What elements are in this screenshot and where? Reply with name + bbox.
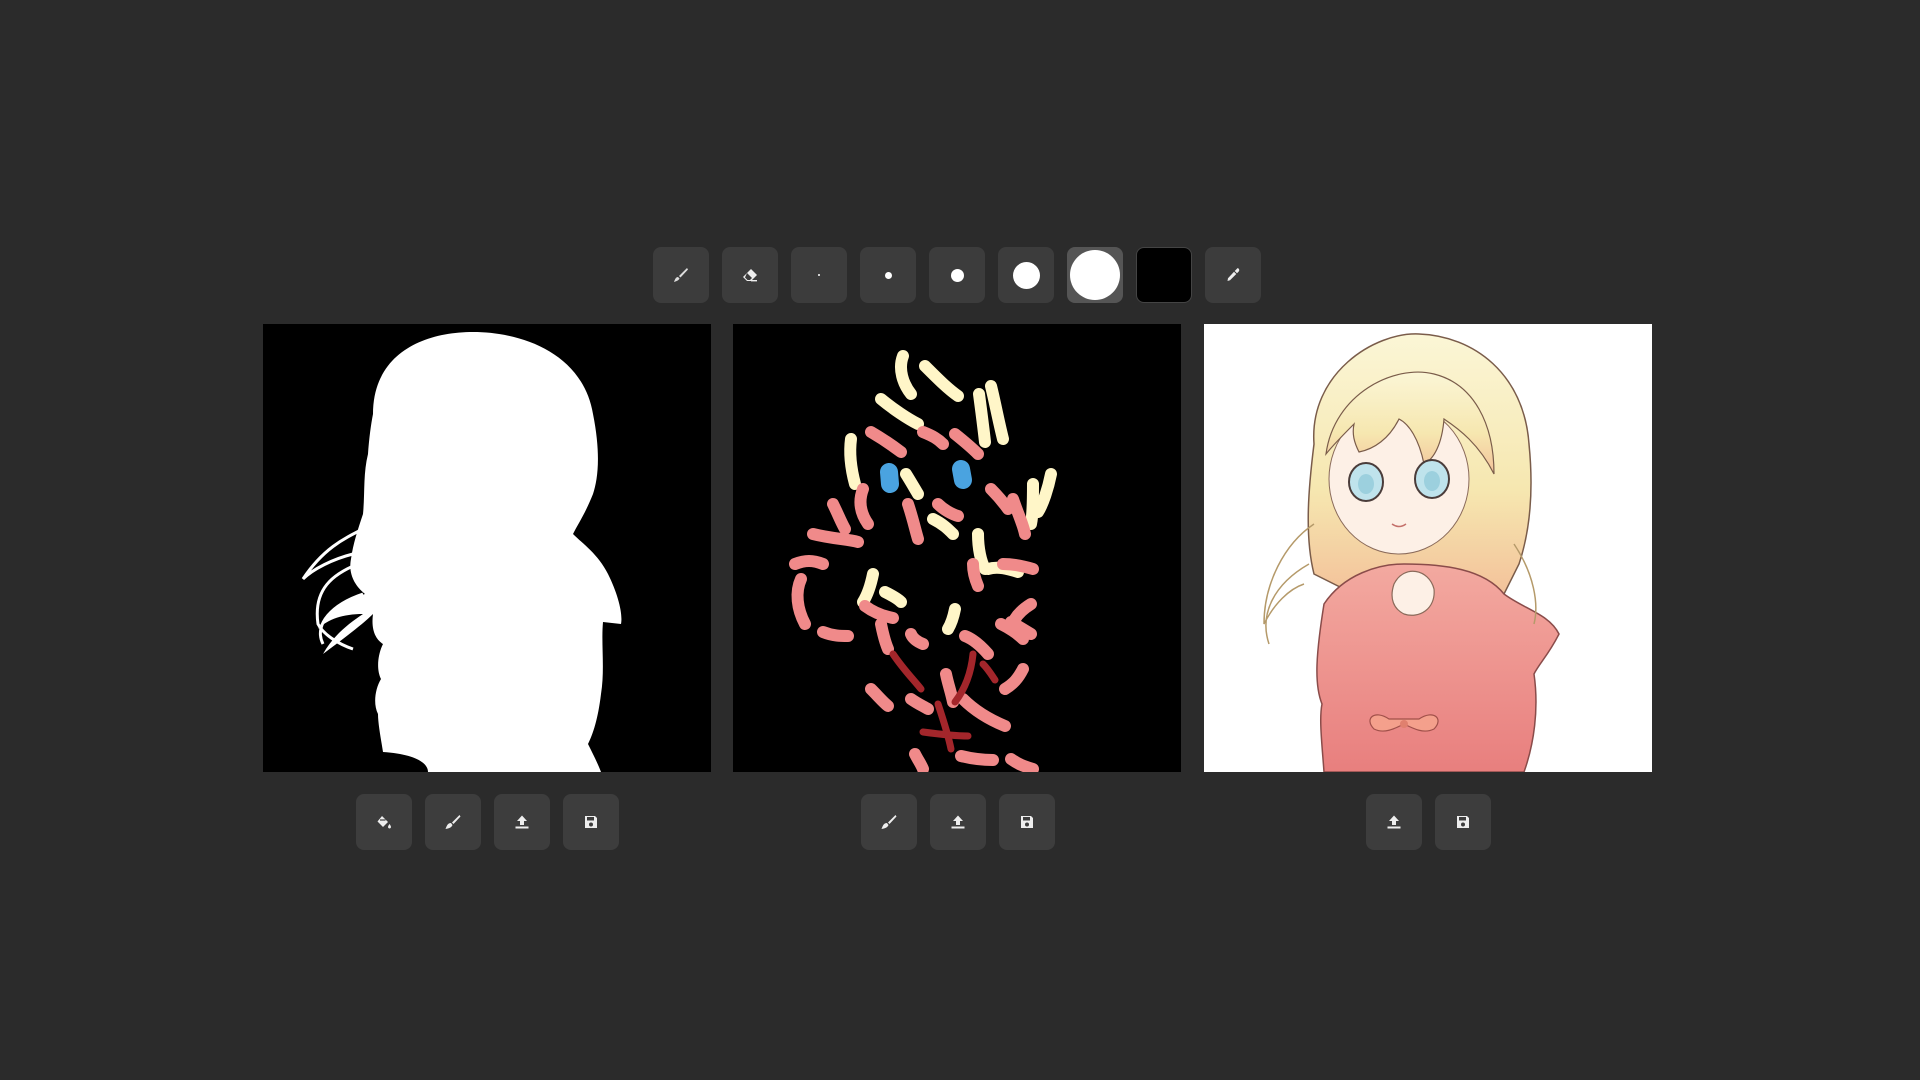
drawing-toolbar <box>653 247 1261 303</box>
eraser-tool-button[interactable] <box>722 247 778 303</box>
paint-bucket-icon <box>377 816 391 829</box>
upload-hints-button[interactable] <box>930 794 986 850</box>
brush-icon <box>445 815 461 829</box>
brush-size-xl-dot <box>1070 250 1120 300</box>
brush-size-xs-dot <box>818 274 820 276</box>
upload-mask-button[interactable] <box>494 794 550 850</box>
brush-tool-button[interactable] <box>653 247 709 303</box>
colorization-app <box>0 0 1920 1080</box>
eraser-icon <box>743 269 757 282</box>
save-output-button[interactable] <box>1435 794 1491 850</box>
color-hints-canvas[interactable] <box>733 324 1181 772</box>
save-icon <box>1021 816 1033 828</box>
brush-icon <box>881 815 897 829</box>
save-mask-button[interactable] <box>563 794 619 850</box>
upload-icon <box>951 815 965 829</box>
output-actions <box>1366 794 1491 850</box>
output-canvas <box>1204 324 1652 772</box>
color-swatch-button[interactable] <box>1136 247 1192 303</box>
mask-canvas[interactable] <box>263 324 711 772</box>
hint-strokes-cream <box>844 350 1057 635</box>
paintbrush-icon <box>674 268 688 282</box>
fill-mask-button[interactable] <box>356 794 412 850</box>
eyedropper-button[interactable] <box>1205 247 1261 303</box>
brush-size-l-dot <box>1012 261 1040 289</box>
colorized-illustration <box>1263 333 1560 772</box>
upload-icon <box>1387 815 1401 829</box>
save-hints-button[interactable] <box>999 794 1055 850</box>
brush-size-l[interactable] <box>998 247 1054 303</box>
color-hint-strokes <box>789 350 1057 772</box>
hint-strokes-blue <box>880 460 972 493</box>
clear-hints-button[interactable] <box>861 794 917 850</box>
brush-size-s-dot <box>884 271 892 279</box>
upload-output-button[interactable] <box>1366 794 1422 850</box>
brush-size-xs[interactable] <box>791 247 847 303</box>
brush-size-xl[interactable] <box>1067 247 1123 303</box>
hints-actions <box>861 794 1055 850</box>
mask-silhouette <box>301 332 622 772</box>
mask-actions <box>356 794 619 850</box>
brush-size-m[interactable] <box>929 247 985 303</box>
save-icon <box>1457 816 1469 828</box>
clear-mask-button[interactable] <box>425 794 481 850</box>
upload-icon <box>515 815 529 829</box>
save-icon <box>585 816 597 828</box>
brush-size-s[interactable] <box>860 247 916 303</box>
brush-size-m-dot <box>950 268 964 282</box>
eyedropper-icon <box>1227 268 1240 281</box>
